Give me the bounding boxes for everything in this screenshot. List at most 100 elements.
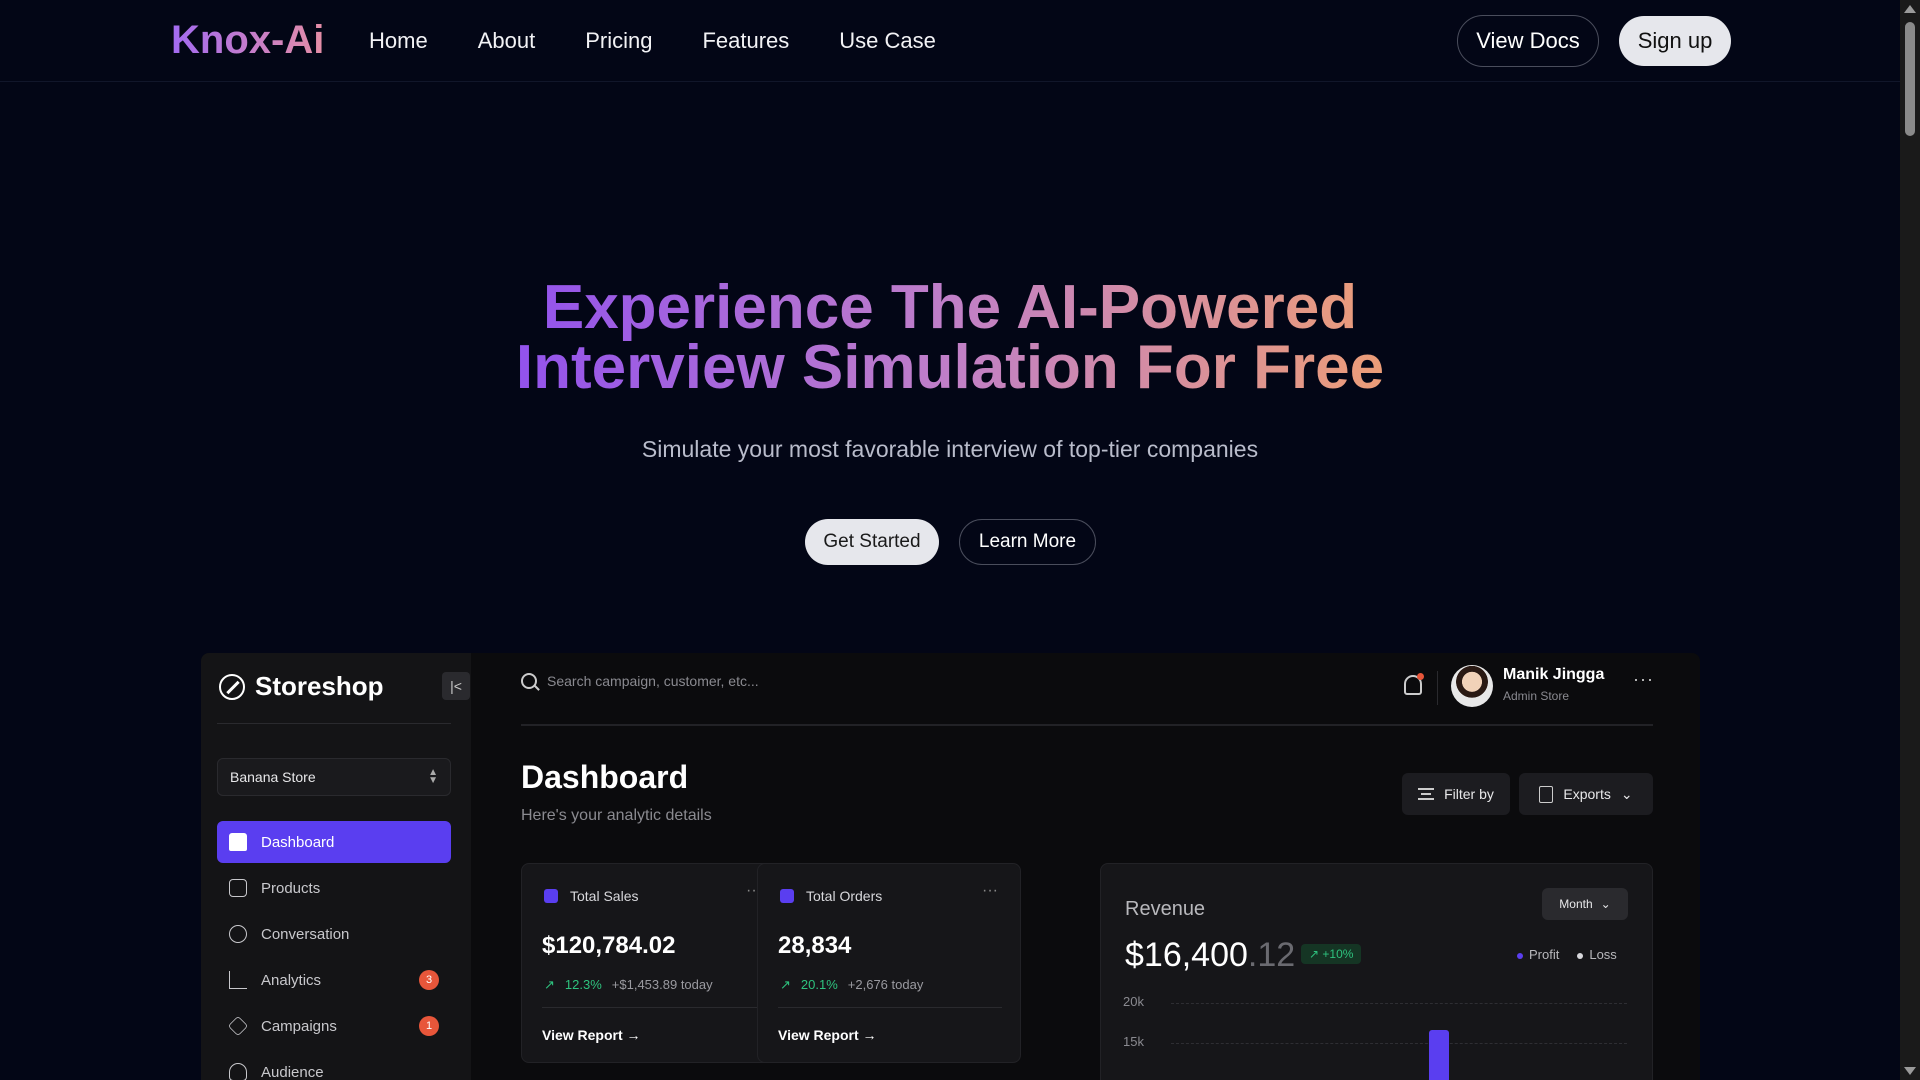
legend-loss: Loss <box>1577 947 1617 962</box>
delta-note: +$1,453.89 today <box>611 977 713 992</box>
collapse-sidebar-icon[interactable]: |< <box>442 672 470 700</box>
total-orders-card: Total Orders ··· 28,834 ↗ 20.1% +2,676 t… <box>757 863 1021 1063</box>
sidebar-item-label: Conversation <box>261 925 350 943</box>
card-delta: ↗ 12.3% +$1,453.89 today <box>544 977 713 993</box>
chevron-down-icon: ⌄ <box>1600 897 1611 911</box>
sidebar-item-audience[interactable]: Audience <box>217 1051 451 1080</box>
search-placeholder: Search campaign, customer, etc... <box>547 673 759 689</box>
home-icon <box>229 833 247 851</box>
user-name: Manik Jingga <box>1503 666 1605 683</box>
revenue-legend: Profit Loss <box>1517 947 1617 962</box>
arrow-right-icon: → <box>626 1027 641 1043</box>
period-select[interactable]: Month ⌄ <box>1542 888 1628 920</box>
nav-link-use-case[interactable]: Use Case <box>839 28 936 54</box>
preview-menu: Dashboard Products Conversation Analytic… <box>217 821 451 1080</box>
filter-button[interactable]: Filter by <box>1402 773 1510 815</box>
get-started-button[interactable]: Get Started <box>805 519 939 565</box>
bag-icon <box>229 879 247 897</box>
avatar[interactable] <box>1451 665 1493 707</box>
total-sales-card: Total Sales ··· $120,784.02 ↗ 12.3% +$1,… <box>521 863 785 1063</box>
revenue-card: Revenue $16,400.12 ↗ +10% Month ⌄ Profit… <box>1100 863 1653 1080</box>
legend-label: Loss <box>1589 947 1617 962</box>
analytics-badge: 3 <box>419 970 439 990</box>
page-scrollbar[interactable] <box>1900 0 1920 1080</box>
card-value: 28,834 <box>778 932 852 959</box>
chart-line-icon <box>229 971 247 989</box>
hero-title-line-1: Experience The AI-Powered <box>542 273 1358 342</box>
preview-brand-name: Storeshop <box>255 671 384 701</box>
orders-icon <box>780 889 794 903</box>
scroll-down-arrow-icon[interactable] <box>1904 1067 1916 1075</box>
card-header: Total Orders <box>780 888 882 904</box>
nav-link-pricing[interactable]: Pricing <box>585 28 652 54</box>
revenue-delta: +10% <box>1322 947 1354 961</box>
nav-link-features[interactable]: Features <box>702 28 789 54</box>
period-value: Month <box>1559 897 1593 911</box>
bell-icon[interactable] <box>1404 673 1424 695</box>
revenue-bar <box>1429 1030 1449 1080</box>
nav-link-home[interactable]: Home <box>369 28 428 54</box>
sidebar-item-analytics[interactable]: Analytics 3 <box>217 959 451 1001</box>
arrow-up-right-icon: ↗ <box>544 977 555 992</box>
exports-button[interactable]: Exports ⌄ <box>1519 773 1653 815</box>
revenue-value-main: $16,400 <box>1125 936 1248 974</box>
view-report-label: View Report <box>542 1027 623 1043</box>
nav-links: Home About Pricing Features Use Case <box>369 28 936 54</box>
hero-title-line-2: Interview Simulation For Free <box>515 333 1385 402</box>
filter-label: Filter by <box>1444 786 1494 802</box>
preview-brand: Storeshop <box>219 671 384 702</box>
sidebar-item-campaigns[interactable]: Campaigns 1 <box>217 1005 451 1047</box>
revenue-value: $16,400.12 <box>1125 936 1295 975</box>
card-divider <box>542 1007 766 1008</box>
view-docs-button[interactable]: View Docs <box>1457 15 1599 67</box>
view-report-link[interactable]: View Report → <box>542 1027 641 1043</box>
chevron-up-down-icon: ▲ ▼ <box>428 767 438 786</box>
learn-more-button[interactable]: Learn More <box>959 519 1096 565</box>
dashboard-preview: Storeshop |< Banana Store ▲ ▼ Dashboard P… <box>201 653 1700 1080</box>
legend-dot <box>1577 952 1584 959</box>
sidebar-item-label: Audience <box>261 1063 324 1080</box>
sidebar-item-label: Campaigns <box>261 1017 337 1035</box>
header-divider <box>1437 671 1438 705</box>
legend-label: Profit <box>1529 947 1560 962</box>
revenue-title: Revenue <box>1125 898 1206 920</box>
header-separator <box>521 724 1653 726</box>
sales-icon <box>544 889 558 903</box>
sign-up-button[interactable]: Sign up <box>1619 16 1731 66</box>
chat-icon <box>229 925 247 943</box>
sidebar-item-label: Analytics <box>261 971 322 989</box>
card-menu-icon[interactable]: ··· <box>982 882 998 900</box>
more-options-icon[interactable]: ··· <box>1633 669 1654 690</box>
preview-search[interactable]: Search campaign, customer, etc... <box>521 673 759 689</box>
sidebar-item-dashboard[interactable]: Dashboard <box>217 821 451 863</box>
delta-note: +2,676 today <box>847 977 924 992</box>
preview-sidebar: Storeshop |< Banana Store ▲ ▼ Dashboard P… <box>201 653 471 1080</box>
hero-subtitle: Simulate your most favorable interview o… <box>641 436 1259 462</box>
view-report-link[interactable]: View Report → <box>778 1027 877 1043</box>
document-icon <box>1539 785 1554 803</box>
sidebar-item-products[interactable]: Products <box>217 867 451 909</box>
card-delta: ↗ 20.1% +2,676 today <box>780 977 923 993</box>
card-title: Total Orders <box>806 888 883 904</box>
store-selector[interactable]: Banana Store ▲ ▼ <box>217 758 451 796</box>
exports-label: Exports <box>1563 786 1611 802</box>
hero-title: Experience The AI-Powered Interview Simu… <box>0 278 1900 398</box>
sidebar-item-conversation[interactable]: Conversation <box>217 913 451 955</box>
revenue-value-decimal: .12 <box>1247 936 1296 974</box>
nav-link-about[interactable]: About <box>478 28 536 54</box>
search-icon <box>521 673 537 689</box>
scroll-up-arrow-icon[interactable] <box>1904 5 1916 13</box>
top-nav: Knox-Ai Home About Pricing Features Use … <box>0 0 1900 82</box>
user-role: Admin Store <box>1503 689 1570 703</box>
card-value: $120,784.02 <box>542 932 676 959</box>
logo[interactable]: Knox-Ai <box>171 18 324 63</box>
page-subtitle: Here's your analytic details <box>521 807 712 824</box>
scroll-thumb[interactable] <box>1905 22 1915 136</box>
sidebar-item-label: Dashboard <box>261 833 335 851</box>
page-title: Dashboard <box>521 759 689 795</box>
view-report-label: View Report <box>778 1027 859 1043</box>
legend-profit: Profit <box>1517 947 1559 962</box>
sidebar-divider <box>217 723 451 724</box>
store-selector-value: Banana Store <box>230 769 316 785</box>
delta-percent: 20.1% <box>800 977 838 992</box>
